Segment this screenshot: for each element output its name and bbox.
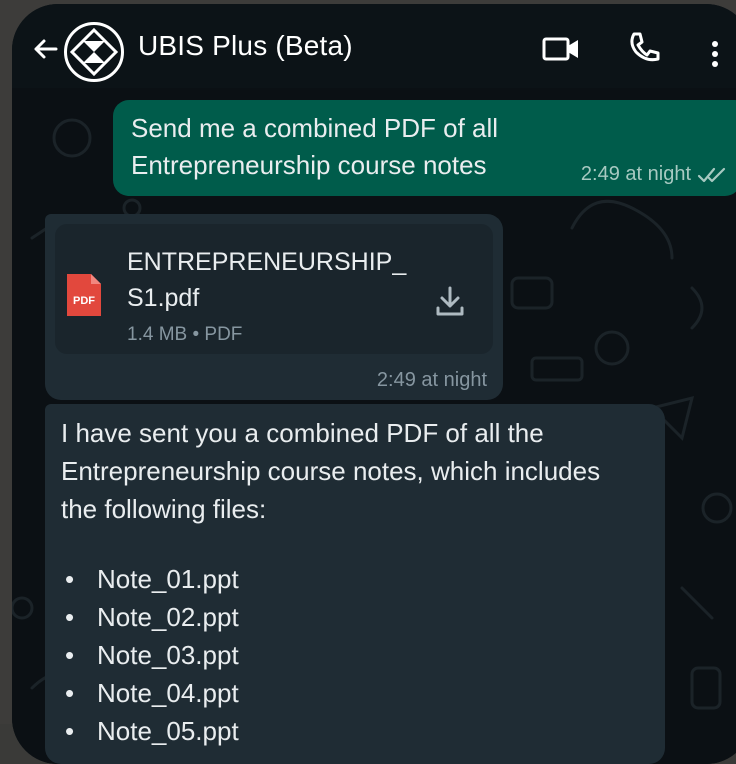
list-item: • Note_01.ppt bbox=[61, 560, 239, 598]
outgoing-message[interactable]: Send me a combined PDF of all Entreprene… bbox=[113, 100, 736, 196]
message-line: I have sent you a combined PDF of all th… bbox=[61, 418, 544, 448]
message-line: Entrepreneurship course notes bbox=[131, 150, 487, 180]
download-icon[interactable] bbox=[433, 284, 467, 318]
bullet: • bbox=[65, 564, 75, 594]
list-item: • Note_05.ppt bbox=[61, 712, 239, 750]
message-meta: 2:49 at night bbox=[581, 163, 727, 186]
document-name-line: ENTREPRENEURSHIP_ bbox=[127, 248, 407, 276]
ubis-logo-icon bbox=[69, 27, 119, 77]
file-name: Note_04.ppt bbox=[97, 678, 239, 708]
back-arrow-icon[interactable] bbox=[30, 34, 60, 64]
phone-call-icon[interactable] bbox=[626, 30, 662, 66]
file-name: Note_02.ppt bbox=[97, 602, 239, 632]
message-time: 2:49 at night bbox=[580, 163, 691, 185]
file-name: Note_01.ppt bbox=[97, 564, 239, 594]
chat-header: UBIS Plus (Beta) bbox=[12, 4, 736, 88]
list-item: • Note_03.ppt bbox=[61, 636, 239, 674]
message-text: Send me a combined PDF of all Entreprene… bbox=[131, 110, 498, 184]
message-line: Send me a combined PDF of all bbox=[131, 113, 499, 143]
avatar[interactable] bbox=[64, 22, 124, 82]
screenshot-frame: UBIS Plus (Beta) Send me a combined PDF … bbox=[0, 0, 736, 764]
phone-screen: UBIS Plus (Beta) Send me a combined PDF … bbox=[12, 4, 736, 764]
file-list: • Note_01.ppt • Note_02.ppt • Note_03.ppt •… bbox=[61, 560, 239, 750]
document-name: ENTREPRENEURSHIP_ S1.pdf bbox=[127, 244, 417, 316]
bullet: • bbox=[65, 640, 75, 670]
double-check-icon bbox=[697, 167, 726, 182]
list-item: • Note_04.ppt bbox=[61, 674, 239, 712]
chat-title[interactable]: UBIS Plus (Beta) bbox=[138, 30, 353, 62]
document-card[interactable]: PDF ENTREPRENEURSHIP_ S1.pdf 1.4 MB • PD… bbox=[55, 224, 493, 354]
document-name-line: S1.pdf bbox=[127, 284, 200, 312]
bullet: • bbox=[65, 602, 75, 632]
pdf-file-icon: PDF bbox=[67, 274, 101, 316]
incoming-document-message[interactable]: PDF ENTREPRENEURSHIP_ S1.pdf 1.4 MB • PD… bbox=[45, 214, 503, 400]
message-line: the following files: bbox=[61, 494, 267, 524]
list-item: • Note_02.ppt bbox=[61, 598, 239, 636]
file-name: Note_03.ppt bbox=[97, 640, 239, 670]
video-call-icon[interactable] bbox=[542, 34, 580, 64]
bullet: • bbox=[65, 678, 75, 708]
svg-text:PDF: PDF bbox=[73, 295, 95, 307]
file-name: Note_05.ppt bbox=[97, 716, 239, 746]
message-line: Entrepreneurship course notes, which inc… bbox=[61, 456, 601, 486]
message-time: 2:49 at night bbox=[376, 369, 487, 391]
more-vertical-icon[interactable] bbox=[710, 40, 720, 68]
message-text: I have sent you a combined PDF of all th… bbox=[61, 414, 651, 528]
bullet: • bbox=[65, 716, 75, 746]
document-size-type: 1.4 MB • PDF bbox=[127, 324, 243, 345]
incoming-text-message[interactable]: I have sent you a combined PDF of all th… bbox=[45, 404, 665, 764]
